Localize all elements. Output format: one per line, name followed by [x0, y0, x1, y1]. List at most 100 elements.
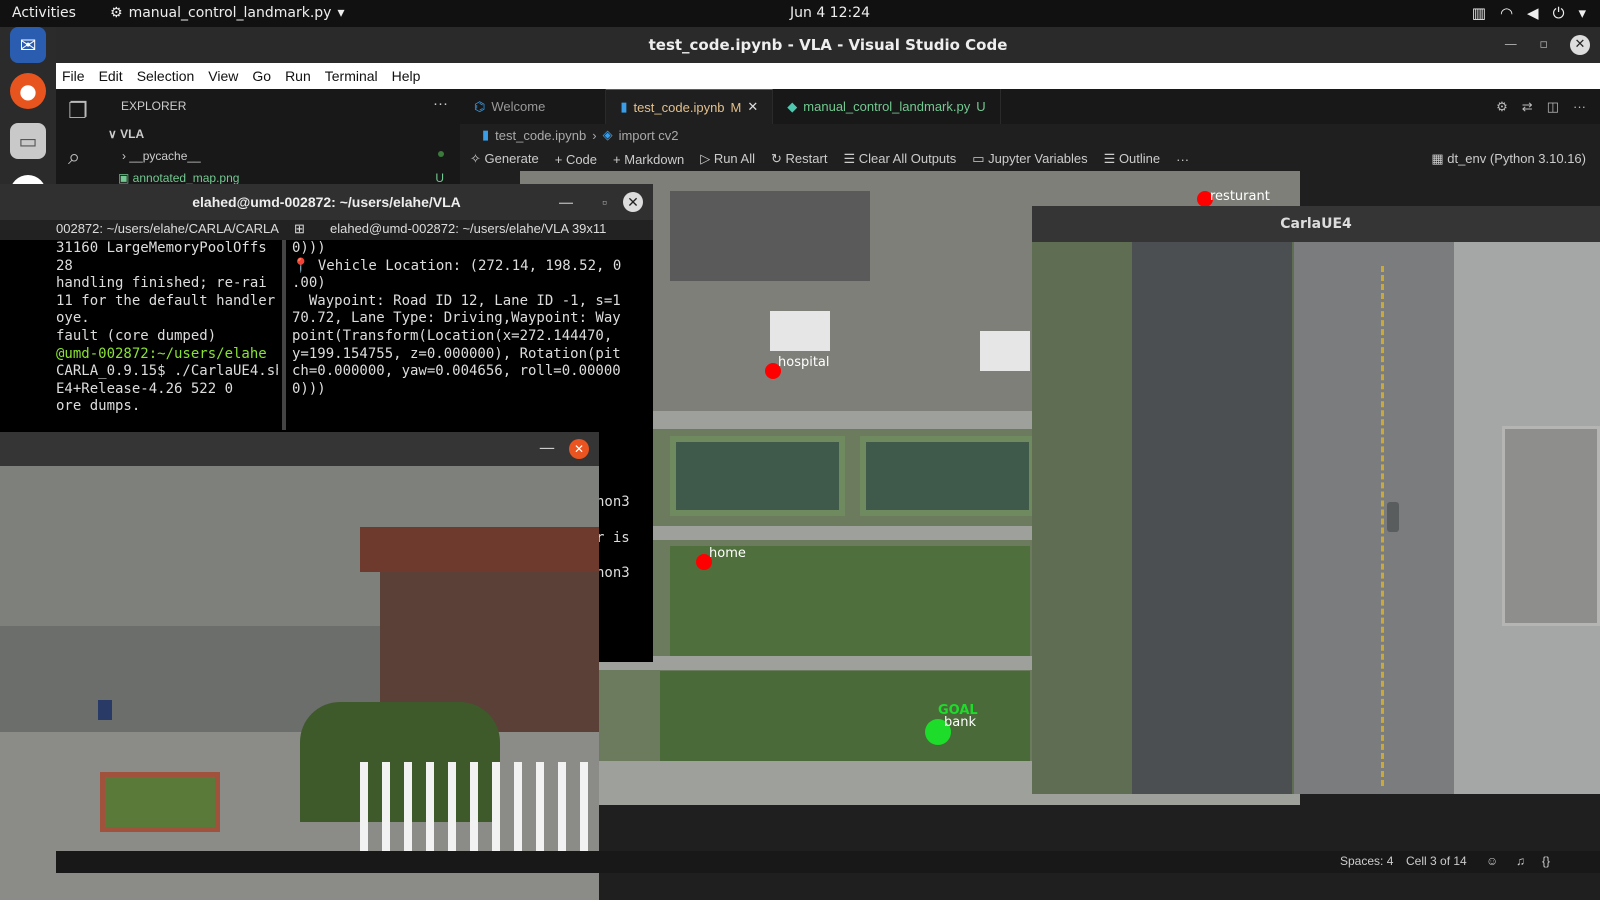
minimize-button[interactable]: — [559, 184, 573, 220]
breadcrumb-item[interactable]: test_code.ipynb [495, 128, 586, 143]
system-top-bar: Activities ⚙ manual_control_landmark.py … [0, 0, 1600, 27]
close-button[interactable]: ✕ [623, 192, 643, 212]
files-icon[interactable]: ▭ [10, 123, 46, 159]
menu-file[interactable]: File [62, 68, 85, 84]
maximize-button[interactable]: ▫ [1539, 27, 1548, 63]
menu-edit[interactable]: Edit [99, 68, 123, 84]
activities-button[interactable]: Activities [12, 5, 76, 21]
list-icon: ☰ [1103, 151, 1119, 166]
minimize-button[interactable]: — [539, 438, 555, 457]
goal-label: GOAL [938, 703, 978, 718]
app-menu[interactable]: ⚙ manual_control_landmark.py ▾ [110, 5, 344, 21]
terminal-title-bar: elahed@umd-002872: ~/users/elahe/VLA — ▫… [0, 184, 653, 220]
clear-outputs-button[interactable]: ☰ Clear All Outputs [843, 151, 956, 167]
braces-icon[interactable]: {} [1542, 854, 1550, 868]
terminal-tab[interactable]: 002872: ~/users/elahe/CARLA/CARLA [56, 221, 279, 236]
tree-item[interactable]: ▣ annotated_map.png [118, 171, 239, 185]
thunderbird-icon[interactable]: ✉ [10, 27, 46, 63]
modified-badge: M [730, 99, 742, 115]
pane-divider[interactable] [282, 240, 286, 430]
terminal-prompt: @umd-002872:~/users/elahe [56, 345, 267, 362]
cell-status[interactable]: Cell 3 of 14 [1406, 854, 1467, 868]
indentation-status[interactable]: Spaces: 4 [1340, 854, 1393, 868]
terminal-tab[interactable]: elahed@umd-002872: ~/users/elahe/VLA 39x… [330, 221, 606, 236]
carla-vehicle [1387, 502, 1399, 532]
explorer-icon[interactable]: ❐ [68, 99, 88, 124]
notebook-icon: ▮ [482, 127, 490, 142]
play-icon: ▷ [700, 151, 714, 166]
cell-icon: ◈ [602, 127, 613, 142]
landmark-label: hospital [778, 355, 830, 370]
maximize-button[interactable]: ▫ [602, 184, 607, 220]
kernel-label: dt_env (Python 3.10.16) [1447, 151, 1586, 166]
compare-icon[interactable]: ⇄ [1522, 99, 1533, 115]
tree-item[interactable]: › __pycache__ [122, 149, 201, 163]
minimize-button[interactable]: — [1504, 27, 1517, 63]
power-icon[interactable]: ⏻ [1553, 4, 1565, 22]
variables-icon: ▭ [972, 151, 989, 166]
menu-help[interactable]: Help [392, 68, 421, 84]
untracked-badge: U [976, 99, 986, 114]
more-actions-icon[interactable]: ··· [433, 95, 448, 112]
terminal-pane-right[interactable]: 0))) 📍 Vehicle Location: (272.14, 198.52… [292, 240, 644, 430]
plus-icon: + [613, 151, 625, 167]
tab-label: Welcome [491, 99, 546, 114]
bell-icon[interactable]: ♫ [1516, 854, 1525, 868]
landmark-label: home [709, 546, 746, 561]
outline-button[interactable]: ☰ Outline [1104, 151, 1160, 167]
search-icon[interactable]: ⌕ [68, 145, 80, 170]
close-button[interactable]: ✕ [569, 439, 589, 459]
network-icon[interactable]: ▥ [1472, 4, 1486, 22]
restart-button[interactable]: ↻ Restart [771, 151, 827, 167]
app-menu-label: manual_control_landmark.py [128, 5, 332, 21]
menu-go[interactable]: Go [252, 68, 271, 84]
menu-run[interactable]: Run [285, 68, 311, 84]
view-title-bar: — ✕ [0, 432, 599, 466]
terminal-line: 28 [56, 257, 73, 274]
terminal-pane-left[interactable]: 31160 LargeMemoryPoolOffs 28 handling fi… [56, 240, 278, 430]
tab-manual-control[interactable]: ◆ manual_control_landmark.py U [773, 89, 1001, 124]
map-pond [860, 436, 1035, 516]
terminal-line: Waypoint: Road ID 12, Lane ID -1, s=1 [292, 292, 621, 309]
menu-view[interactable]: View [208, 68, 238, 84]
jupyter-variables-button[interactable]: ▭ Jupyter Variables [972, 151, 1087, 167]
copilot-icon[interactable]: ☺ [1486, 854, 1498, 868]
simulation-view-window: — ✕ [0, 432, 599, 900]
folder-vla[interactable]: ∨ VLA [108, 127, 144, 141]
wifi-icon[interactable]: ◠ [1500, 4, 1513, 22]
image-file-icon: ▣ [118, 171, 133, 185]
close-button[interactable]: ✕ [1570, 35, 1590, 55]
more-actions-icon[interactable]: ··· [1573, 99, 1586, 114]
chevron-right-icon: › [592, 127, 597, 143]
carla-window: CarlaUE4 [1032, 206, 1600, 794]
close-icon[interactable]: ✕ [747, 99, 758, 115]
run-all-button[interactable]: ▷ Run All [700, 151, 755, 167]
clock[interactable]: Jun 4 12:24 [790, 5, 870, 21]
tab-welcome[interactable]: ⌬ Welcome [460, 89, 607, 124]
menu-selection[interactable]: Selection [137, 68, 195, 84]
menu-terminal[interactable]: Terminal [325, 68, 378, 84]
split-editor-icon[interactable]: ◫ [1547, 99, 1559, 115]
kernel-picker[interactable]: ▦ dt_env (Python 3.10.16) [1431, 151, 1600, 167]
scene-picket-fence [360, 762, 599, 862]
terminal-line: oye. [56, 310, 90, 327]
scene-mailbox [98, 700, 112, 720]
generate-button[interactable]: ✧ Generate [470, 151, 539, 167]
tab-test-code[interactable]: ▮ test_code.ipynb M ✕ [606, 89, 774, 124]
tree-item-label: annotated_map.png [132, 171, 240, 185]
system-tray[interactable]: ▥ ◠ ◀ ⏻ ▾ [1472, 4, 1586, 22]
volume-icon[interactable]: ◀ [1527, 4, 1539, 22]
terminal-line: fault (core dumped) [56, 327, 217, 344]
add-code-button[interactable]: + Code [555, 152, 597, 167]
breadcrumb-item[interactable]: import cv2 [619, 128, 679, 143]
split-icon[interactable]: ⊞ [294, 221, 305, 237]
chevron-down-icon[interactable]: ▾ [1578, 4, 1586, 22]
folder-label: VLA [120, 127, 145, 141]
terminal-title: elahed@umd-002872: ~/users/elahe/VLA [192, 194, 461, 210]
add-markdown-button[interactable]: + Markdown [613, 152, 684, 167]
landmark-label: resturant [1210, 189, 1270, 204]
sparkle-icon: ✧ [470, 151, 485, 166]
more-actions-icon[interactable]: ··· [1176, 152, 1189, 167]
firefox-icon[interactable]: ● [10, 73, 46, 109]
gear-icon[interactable]: ⚙ [1496, 99, 1508, 115]
